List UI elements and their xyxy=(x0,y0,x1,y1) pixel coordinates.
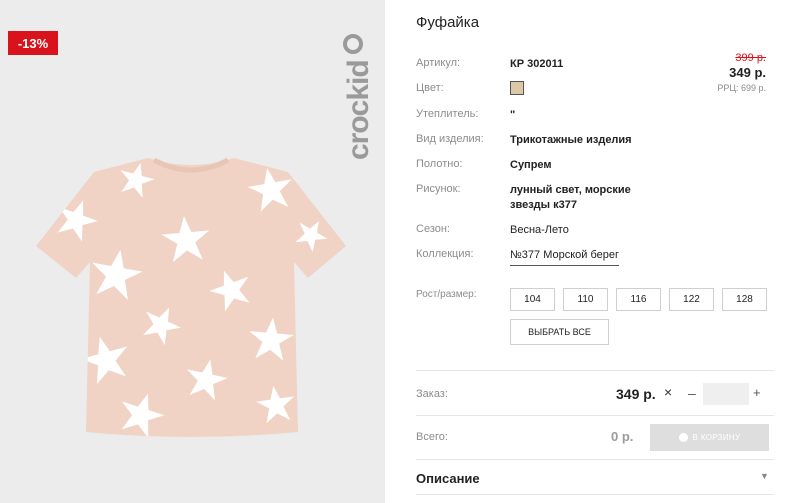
size-option-116[interactable]: 116 xyxy=(616,288,661,311)
decrement-button[interactable]: – xyxy=(688,385,696,401)
attr-print-label: Рисунок: xyxy=(416,183,461,195)
add-to-cart-label: В КОРЗИНУ xyxy=(692,433,741,442)
total-value: 0 р. xyxy=(611,429,634,444)
attr-article-value: КР 302011 xyxy=(510,58,564,70)
brand-logo-text: crockid xyxy=(342,60,375,160)
attr-type-label: Вид изделия: xyxy=(416,133,484,145)
attr-print-value-line1: лунный свет, морские xyxy=(510,184,631,196)
product-image-panel: -13% crockid xyxy=(0,0,385,503)
attr-collection-label: Коллекция: xyxy=(416,248,474,260)
order-label: Заказ: xyxy=(416,388,448,400)
rrp-price: РРЦ: 699 р. xyxy=(717,83,766,93)
quantity-input[interactable] xyxy=(703,383,749,405)
description-toggle[interactable]: Описание xyxy=(416,471,480,486)
current-price: 349 р. xyxy=(729,65,766,80)
add-to-cart-button[interactable]: В КОРЗИНУ xyxy=(650,424,769,451)
size-option-122[interactable]: 122 xyxy=(669,288,714,311)
divider xyxy=(416,370,774,371)
attr-print-value-line2: звезды к377 xyxy=(510,199,577,211)
times-icon: × xyxy=(664,384,673,400)
divider xyxy=(416,415,774,416)
attr-type-value: Трикотажные изделия xyxy=(510,134,632,146)
size-option-104[interactable]: 104 xyxy=(510,288,555,311)
tshirt-image xyxy=(36,157,346,437)
product-title: Фуфайка xyxy=(416,14,480,31)
select-all-button[interactable]: ВЫБРАТЬ ВСЕ xyxy=(510,319,609,345)
attr-fabric-label: Полотно: xyxy=(416,158,463,170)
size-option-128[interactable]: 128 xyxy=(722,288,767,311)
attr-season-label: Сезон: xyxy=(416,223,450,235)
attr-fabric-value: Супрем xyxy=(510,159,552,171)
attr-insulation-label: Утеплитель: xyxy=(416,108,479,120)
old-price: 399 р. xyxy=(735,52,766,64)
cart-icon xyxy=(678,433,688,442)
collection-link[interactable]: №377 Морской берег xyxy=(510,248,620,266)
order-price: 349 р. xyxy=(616,386,656,402)
attr-insulation-value: " xyxy=(510,109,516,121)
size-label: Рост/размер: xyxy=(416,289,477,300)
increment-button[interactable]: + xyxy=(753,385,761,400)
attr-article-label: Артикул: xyxy=(416,57,461,69)
discount-badge: -13% xyxy=(8,31,58,55)
size-options: 104 110 116 122 128 xyxy=(510,288,767,311)
divider xyxy=(416,459,774,460)
color-swatch[interactable] xyxy=(510,81,524,95)
attr-season-value: Весна-Лето xyxy=(510,224,569,236)
divider xyxy=(416,494,774,495)
size-option-110[interactable]: 110 xyxy=(563,288,608,311)
attr-color-label: Цвет: xyxy=(416,82,444,94)
total-label: Всего: xyxy=(416,431,448,443)
product-details: Фуфайка 399 р. 349 р. РРЦ: 699 р. Артику… xyxy=(416,0,774,503)
chevron-down-icon[interactable]: ▼ xyxy=(760,471,769,481)
brand-logo: crockid xyxy=(342,34,375,160)
